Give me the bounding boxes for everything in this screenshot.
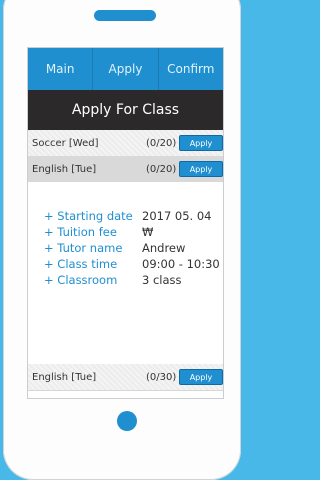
- detail-class-time: + Class time 09:00 - 10:30: [44, 256, 220, 272]
- speaker-slot: [94, 10, 156, 21]
- home-button[interactable]: [117, 411, 137, 431]
- detail-classroom: + Classroom 3 class: [44, 272, 182, 288]
- detail-label: + Tutor name: [44, 241, 123, 255]
- apply-button[interactable]: Apply: [179, 161, 223, 177]
- class-count: (0/20): [146, 137, 177, 149]
- apply-button[interactable]: Apply: [179, 369, 223, 385]
- class-row-english[interactable]: English [Tue] (0/30) Apply: [28, 364, 223, 391]
- detail-value: Andrew: [142, 241, 186, 255]
- detail-label: + Tuition fee: [44, 225, 117, 239]
- detail-value: 09:00 - 10:30: [142, 257, 220, 271]
- class-name: English [Tue]: [32, 371, 97, 383]
- tab-apply[interactable]: Apply: [93, 48, 159, 90]
- app-screen: Main Apply Confirm Apply For Class Socce…: [27, 47, 224, 399]
- page-title: Apply For Class: [28, 90, 223, 130]
- class-row-soccer[interactable]: Soccer [Wed] (0/20) Apply: [28, 130, 223, 157]
- detail-value: 3 class: [142, 273, 182, 287]
- tab-main[interactable]: Main: [28, 48, 94, 90]
- class-name: English [Tue]: [32, 163, 97, 175]
- detail-value: 2017 05. 04: [142, 209, 212, 223]
- class-details-panel: + Starting date 2017 05. 04 + Tuition fee…: [28, 182, 223, 360]
- detail-label: + Classroom: [44, 273, 118, 287]
- detail-value: ₩: [142, 225, 154, 239]
- detail-tutor-name: + Tutor name Andrew: [44, 240, 185, 256]
- tab-bar: Main Apply Confirm: [28, 48, 223, 90]
- class-count: (0/30): [146, 371, 177, 383]
- tab-confirm[interactable]: Confirm: [159, 48, 223, 90]
- detail-starting-date: + Starting date 2017 05. 04: [44, 208, 212, 224]
- class-row-english-selected[interactable]: English [Tue] (0/20) Apply: [28, 156, 223, 183]
- detail-label: + Starting date: [44, 209, 133, 223]
- detail-tuition-fee: + Tuition fee ₩: [44, 224, 153, 240]
- phone-frame: Main Apply Confirm Apply For Class Socce…: [3, 0, 241, 480]
- class-name: Soccer [Wed]: [32, 137, 99, 149]
- detail-label: + Class time: [44, 257, 118, 271]
- apply-button[interactable]: Apply: [179, 135, 223, 151]
- class-count: (0/20): [146, 163, 177, 175]
